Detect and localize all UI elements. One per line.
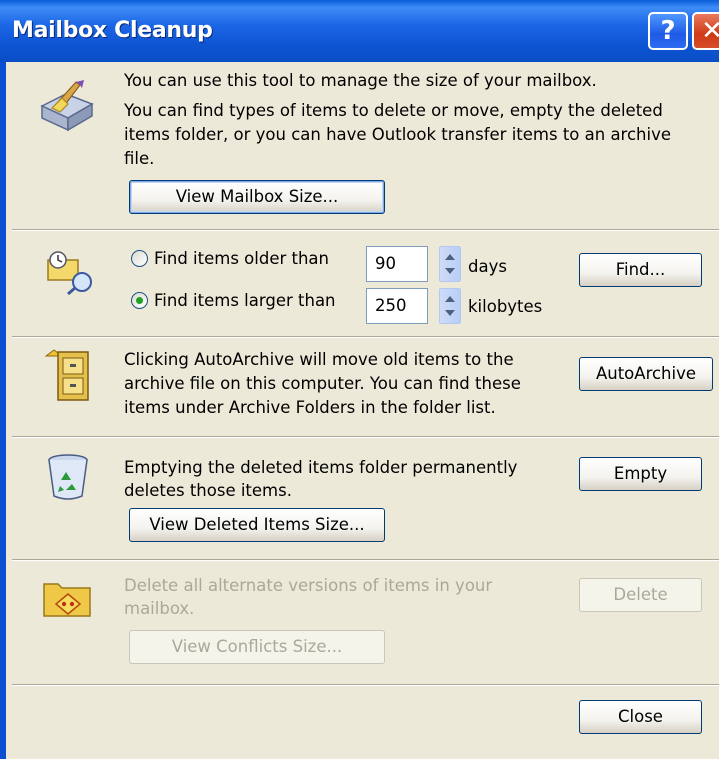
- window-title: Mailbox Cleanup: [12, 18, 213, 43]
- find-larger-radio[interactable]: [131, 292, 148, 309]
- larger-kb-input[interactable]: 250: [366, 288, 428, 324]
- mailbox-cleanup-icon: [40, 80, 94, 132]
- larger-unit-label: kilobytes: [468, 297, 543, 316]
- help-button[interactable]: ?: [648, 12, 688, 50]
- larger-kb-value: 250: [375, 296, 407, 315]
- section-divider: [12, 684, 719, 686]
- find-older-label: Find items older than: [154, 249, 329, 268]
- delete-button: Delete: [579, 578, 702, 612]
- intro-line-2: You can find types of items to delete or…: [124, 101, 663, 120]
- empty-button[interactable]: Empty: [579, 457, 702, 491]
- autoarchive-line-1: Clicking AutoArchive will move old items…: [124, 350, 514, 369]
- find-larger-label: Find items larger than: [154, 291, 336, 310]
- spin-down-icon[interactable]: [445, 310, 455, 316]
- view-mailbox-size-button[interactable]: View Mailbox Size...: [129, 180, 385, 214]
- section-divider: [12, 336, 719, 338]
- intro-line-4: file.: [124, 149, 155, 168]
- window-border: [0, 62, 6, 759]
- deleted-line-2: deletes those items.: [124, 481, 292, 500]
- mailbox-cleanup-dialog: Mailbox Cleanup ? ✕ You can use this too…: [0, 0, 719, 759]
- spin-up-icon[interactable]: [445, 296, 455, 302]
- title-bar[interactable]: Mailbox Cleanup ? ✕: [0, 0, 719, 62]
- deleted-line-1: Emptying the deleted items folder perman…: [124, 458, 518, 477]
- section-divider: [12, 436, 719, 438]
- larger-kb-spinner[interactable]: [439, 288, 461, 324]
- spin-up-icon[interactable]: [445, 254, 455, 260]
- intro-line-1: You can use this tool to manage the size…: [124, 71, 597, 90]
- older-days-value: 90: [375, 254, 396, 273]
- find-older-radio[interactable]: [131, 250, 148, 267]
- intro-line-3: items folder, or you can have Outlook tr…: [124, 125, 672, 144]
- close-window-button[interactable]: ✕: [692, 12, 719, 50]
- conflicts-folder-icon: [43, 583, 91, 617]
- section-divider: [12, 229, 719, 231]
- autoarchive-line-3: items under Archive Folders in the folde…: [124, 398, 496, 417]
- conflicts-line-1: Delete all alternate versions of items i…: [124, 576, 493, 595]
- older-days-spinner[interactable]: [439, 246, 461, 282]
- view-deleted-items-size-button[interactable]: View Deleted Items Size...: [129, 508, 385, 542]
- section-divider: [12, 559, 719, 561]
- older-days-input[interactable]: 90: [366, 246, 428, 282]
- recycle-bin-icon: [48, 454, 88, 500]
- older-unit-label: days: [468, 257, 507, 276]
- autoarchive-button[interactable]: AutoArchive: [579, 357, 713, 391]
- spin-down-icon[interactable]: [445, 268, 455, 274]
- close-button[interactable]: Close: [579, 700, 702, 734]
- radio-selected-dot: [136, 297, 143, 304]
- archive-cabinet-icon: [44, 349, 89, 401]
- view-conflicts-size-button: View Conflicts Size...: [129, 630, 385, 664]
- find-items-icon: [47, 251, 92, 296]
- autoarchive-line-2: archive file on this computer. You can f…: [124, 374, 521, 393]
- find-button[interactable]: Find...: [579, 253, 702, 287]
- conflicts-line-2: mailbox.: [124, 599, 195, 618]
